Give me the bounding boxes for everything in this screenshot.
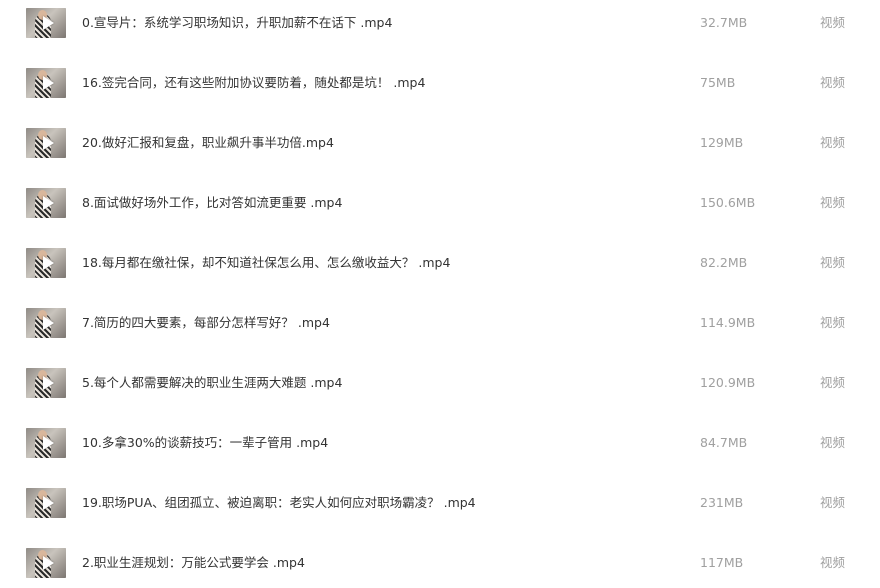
file-type: 视频 — [820, 435, 846, 450]
play-icon — [43, 376, 54, 390]
file-name[interactable]: 8.面试做好场外工作，比对答如流更重要 .mp4 — [82, 195, 342, 211]
video-thumbnail-icon[interactable] — [26, 548, 66, 578]
file-size: 129MB — [700, 135, 744, 150]
play-icon — [43, 316, 54, 330]
play-icon — [43, 556, 54, 570]
file-type: 视频 — [820, 495, 846, 510]
video-thumbnail-icon[interactable] — [26, 8, 66, 38]
file-list: 0.宣导片：系统学习职场知识，升职加薪不在话下 .mp4 32.7MB 视频 1… — [0, 0, 880, 588]
file-type: 视频 — [820, 195, 846, 210]
file-type: 视频 — [820, 15, 846, 30]
file-type: 视频 — [820, 255, 846, 270]
file-name[interactable]: 5.每个人都需要解决的职业生涯两大难题 .mp4 — [82, 375, 342, 391]
play-icon — [43, 256, 54, 270]
file-name[interactable]: 0.宣导片：系统学习职场知识，升职加薪不在话下 .mp4 — [82, 15, 392, 31]
file-name[interactable]: 16.签完合同，还有这些附加协议要防着，随处都是坑！ .mp4 — [82, 75, 425, 91]
file-size: 82.2MB — [700, 255, 748, 270]
file-name[interactable]: 7.简历的四大要素，每部分怎样写好？ .mp4 — [82, 315, 330, 331]
file-size: 84.7MB — [700, 435, 748, 450]
file-type: 视频 — [820, 75, 846, 90]
file-row[interactable]: 19.职场PUA、组团孤立、被迫离职：老实人如何应对职场霸凌？ .mp4 231… — [0, 480, 880, 540]
file-size: 75MB — [700, 75, 736, 90]
file-row[interactable]: 5.每个人都需要解决的职业生涯两大难题 .mp4 120.9MB 视频 — [0, 360, 880, 420]
play-icon — [43, 496, 54, 510]
play-icon — [43, 196, 54, 210]
play-icon — [43, 136, 54, 150]
file-row[interactable]: 8.面试做好场外工作，比对答如流更重要 .mp4 150.6MB 视频 — [0, 180, 880, 240]
file-name[interactable]: 10.多拿30%的谈薪技巧：一辈子管用 .mp4 — [82, 435, 328, 451]
file-size: 120.9MB — [700, 375, 756, 390]
file-size: 117MB — [700, 555, 744, 570]
video-thumbnail-icon[interactable] — [26, 368, 66, 398]
file-type: 视频 — [820, 315, 846, 330]
file-row[interactable]: 20.做好汇报和复盘，职业飙升事半功倍.mp4 129MB 视频 — [0, 120, 880, 180]
video-thumbnail-icon[interactable] — [26, 188, 66, 218]
file-row[interactable]: 7.简历的四大要素，每部分怎样写好？ .mp4 114.9MB 视频 — [0, 300, 880, 360]
play-icon — [43, 16, 54, 30]
video-thumbnail-icon[interactable] — [26, 488, 66, 518]
file-row[interactable]: 10.多拿30%的谈薪技巧：一辈子管用 .mp4 84.7MB 视频 — [0, 420, 880, 480]
file-row[interactable]: 16.签完合同，还有这些附加协议要防着，随处都是坑！ .mp4 75MB 视频 — [0, 60, 880, 120]
video-thumbnail-icon[interactable] — [26, 308, 66, 338]
file-size: 32.7MB — [700, 15, 748, 30]
video-thumbnail-icon[interactable] — [26, 128, 66, 158]
file-row[interactable]: 0.宣导片：系统学习职场知识，升职加薪不在话下 .mp4 32.7MB 视频 — [0, 0, 880, 60]
play-icon — [43, 436, 54, 450]
video-thumbnail-icon[interactable] — [26, 68, 66, 98]
video-thumbnail-icon[interactable] — [26, 428, 66, 458]
file-name[interactable]: 2.职业生涯规划：万能公式要学会 .mp4 — [82, 555, 305, 571]
video-thumbnail-icon[interactable] — [26, 248, 66, 278]
play-icon — [43, 76, 54, 90]
file-row[interactable]: 18.每月都在缴社保，却不知道社保怎么用、怎么缴收益大？ .mp4 82.2MB… — [0, 240, 880, 300]
file-size: 231MB — [700, 495, 744, 510]
file-type: 视频 — [820, 135, 846, 150]
file-name[interactable]: 20.做好汇报和复盘，职业飙升事半功倍.mp4 — [82, 135, 334, 151]
file-type: 视频 — [820, 555, 846, 570]
file-type: 视频 — [820, 375, 846, 390]
file-size: 114.9MB — [700, 315, 756, 330]
file-size: 150.6MB — [700, 195, 756, 210]
file-name[interactable]: 18.每月都在缴社保，却不知道社保怎么用、怎么缴收益大？ .mp4 — [82, 255, 450, 271]
file-name[interactable]: 19.职场PUA、组团孤立、被迫离职：老实人如何应对职场霸凌？ .mp4 — [82, 495, 476, 511]
file-row[interactable]: 2.职业生涯规划：万能公式要学会 .mp4 117MB 视频 — [0, 540, 880, 588]
